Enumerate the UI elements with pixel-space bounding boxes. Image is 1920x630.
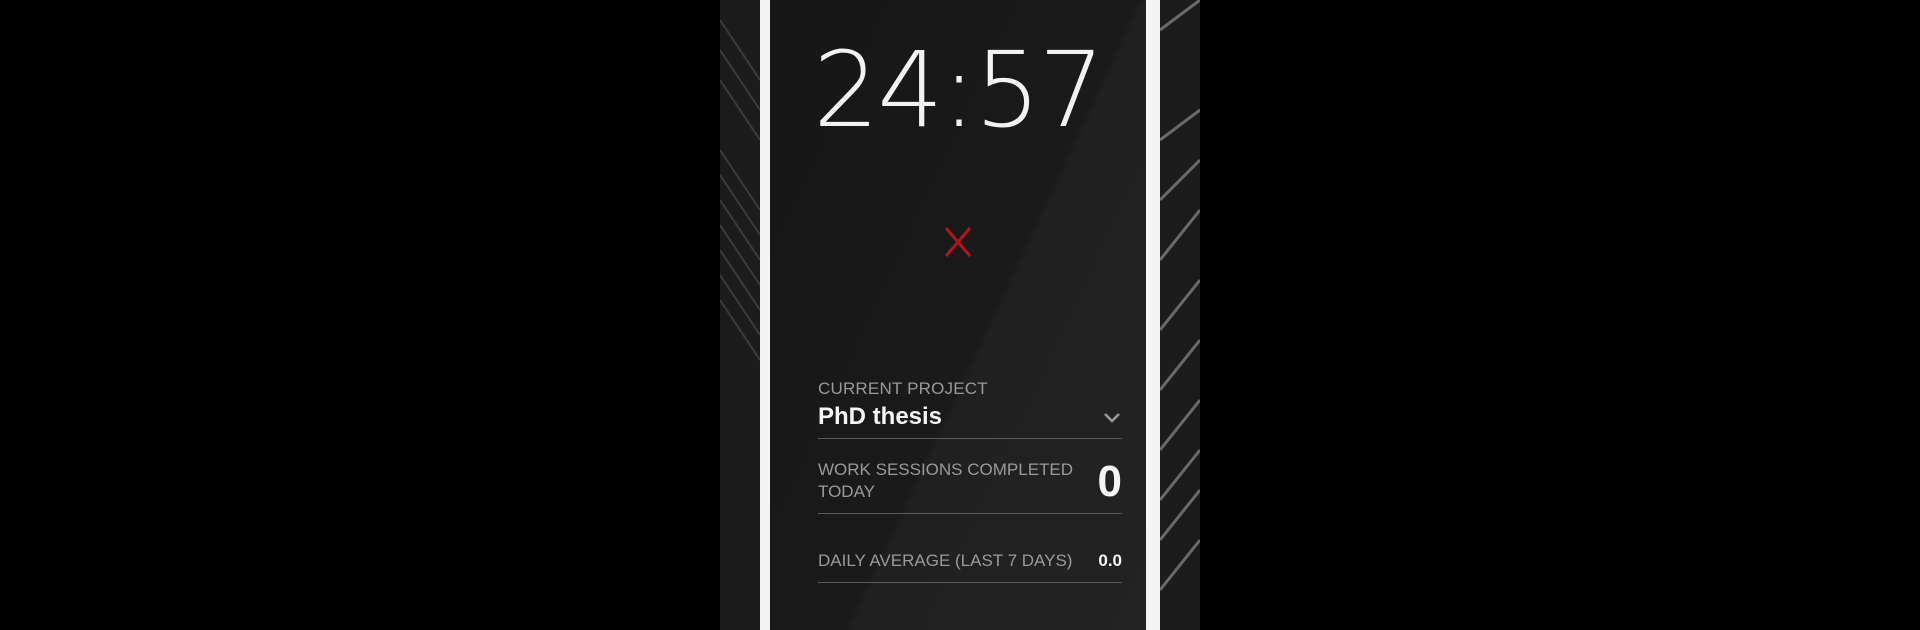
current-project-label: CURRENT PROJECT xyxy=(818,379,988,398)
phone-frame: 24:57 CURRENT PROJECT PhD thesis WORK SE… xyxy=(760,0,1160,630)
sessions-today-row: WORK SESSIONS COMPLETED TODAY 0 xyxy=(818,439,1122,514)
project-selector[interactable]: PhD thesis xyxy=(818,400,1122,439)
daily-average-row: DAILY AVERAGE (LAST 7 DAYS) 0.0 xyxy=(818,514,1122,583)
timer-display: 24:57 xyxy=(813,29,1105,151)
cancel-session-button[interactable] xyxy=(938,222,978,262)
app-stage: 24:57 CURRENT PROJECT PhD thesis WORK SE… xyxy=(0,0,1920,630)
daily-average-label: DAILY AVERAGE (LAST 7 DAYS) xyxy=(818,551,1073,570)
daily-average-value: 0.0 xyxy=(1098,551,1122,570)
sessions-today-value: 0 xyxy=(1097,457,1122,506)
chevron-down-icon xyxy=(1104,413,1120,423)
close-icon xyxy=(944,227,972,257)
app-screen: 24:57 CURRENT PROJECT PhD thesis WORK SE… xyxy=(770,0,1146,630)
sessions-today-label: WORK SESSIONS COMPLETED TODAY xyxy=(818,460,1074,501)
project-name: PhD thesis xyxy=(818,403,943,430)
session-stats-panel: CURRENT PROJECT PhD thesis WORK SESSIONS… xyxy=(818,378,1122,583)
